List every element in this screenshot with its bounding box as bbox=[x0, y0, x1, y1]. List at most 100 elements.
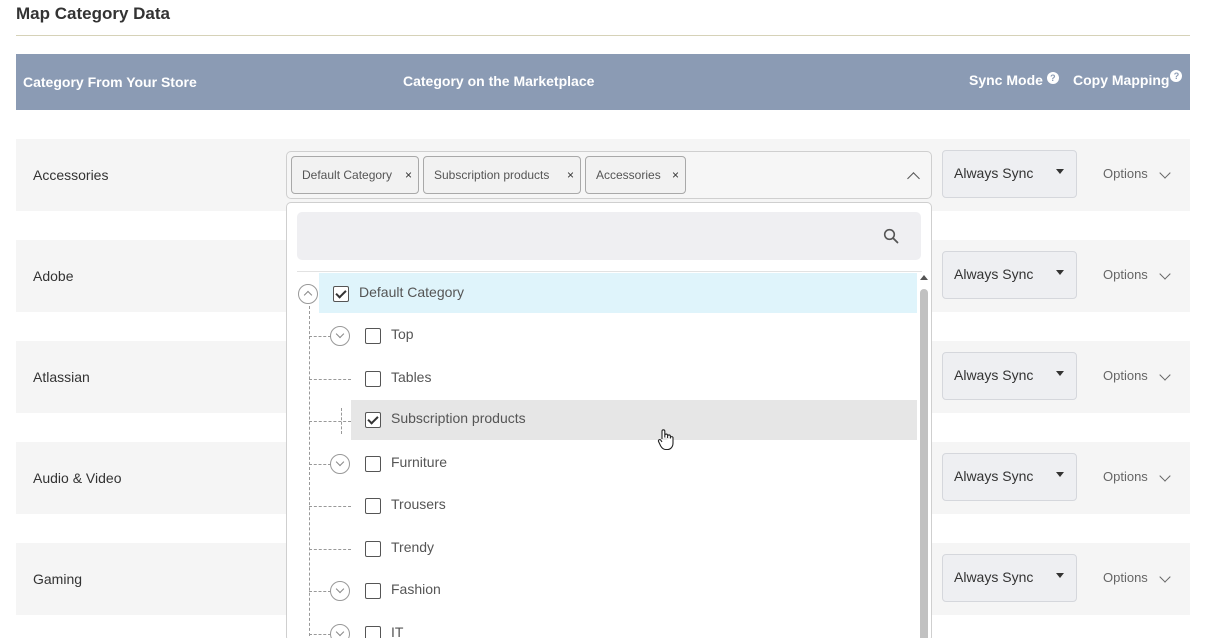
options-toggle[interactable]: Options bbox=[1103, 267, 1148, 282]
checkbox[interactable] bbox=[365, 371, 381, 387]
checkbox[interactable] bbox=[365, 456, 381, 472]
tree-connector bbox=[309, 506, 351, 507]
tree-connector bbox=[341, 408, 342, 434]
tree-item-label: Trendy bbox=[391, 539, 435, 555]
tree-item-trendy[interactable]: Trendy bbox=[351, 528, 917, 568]
search-icon bbox=[883, 228, 899, 244]
chevron-down-icon[interactable] bbox=[1159, 369, 1171, 381]
checkbox[interactable] bbox=[365, 498, 381, 514]
sync-mode-select[interactable]: Always Sync bbox=[942, 251, 1077, 299]
caret-down-icon bbox=[1056, 371, 1064, 376]
remove-tag-icon[interactable]: × bbox=[405, 157, 412, 193]
options-toggle[interactable]: Options bbox=[1103, 469, 1148, 484]
tree-item-subscription-products[interactable]: Subscription products bbox=[351, 400, 917, 440]
tree-connector bbox=[309, 421, 351, 422]
tree-connector bbox=[309, 336, 331, 337]
remove-tag-icon[interactable]: × bbox=[567, 157, 574, 193]
tree-search-input[interactable] bbox=[297, 212, 921, 260]
header-copy-mapping-label: Copy Mapping bbox=[1073, 72, 1170, 88]
tree-item-label: Fashion bbox=[391, 581, 441, 597]
tree-item-trousers[interactable]: Trousers bbox=[351, 485, 917, 525]
tree-item-fashion[interactable]: Fashion bbox=[351, 570, 917, 610]
chevron-up-icon[interactable] bbox=[907, 172, 920, 185]
header-copy-mapping: Copy Mapping? bbox=[1073, 70, 1183, 88]
caret-down-icon bbox=[1056, 270, 1064, 275]
tag-label: Default Category bbox=[302, 168, 393, 182]
tree-connector bbox=[309, 306, 310, 638]
options-toggle[interactable]: Options bbox=[1103, 368, 1148, 383]
row-label: Atlassian bbox=[33, 369, 90, 385]
tree-item-label: Tables bbox=[391, 369, 432, 385]
selected-tag: Default Category × bbox=[291, 156, 419, 194]
tree-item-label: Top bbox=[391, 326, 414, 342]
divider bbox=[297, 271, 922, 272]
tree-item-default-category[interactable]: Default Category bbox=[319, 273, 917, 313]
row-label: Accessories bbox=[33, 167, 109, 183]
chevron-down-icon[interactable] bbox=[1159, 470, 1171, 482]
help-icon[interactable]: ? bbox=[1046, 72, 1059, 84]
tree-item-tables[interactable]: Tables bbox=[351, 358, 917, 398]
tree-item-furniture[interactable]: Furniture bbox=[351, 443, 917, 483]
sync-mode-select[interactable]: Always Sync bbox=[942, 150, 1077, 198]
header-sync-mode-label: Sync Mode bbox=[969, 72, 1043, 88]
chevron-down-icon[interactable] bbox=[1159, 167, 1171, 179]
category-tree-dropdown: Default Category Top Tables Subscription… bbox=[286, 202, 932, 638]
selected-tag: Subscription products × bbox=[423, 156, 581, 194]
checkbox[interactable] bbox=[365, 583, 381, 599]
sync-mode-value: Always Sync bbox=[954, 468, 1034, 484]
tree-item-label: Subscription products bbox=[391, 410, 526, 426]
tree-item-label: Trousers bbox=[391, 496, 446, 512]
tree-connector bbox=[309, 634, 331, 635]
category-multiselect[interactable]: Default Category × Subscription products… bbox=[286, 151, 932, 199]
tree-connector bbox=[309, 464, 331, 465]
help-icon[interactable]: ? bbox=[1170, 70, 1183, 82]
expand-icon[interactable] bbox=[330, 624, 350, 638]
collapse-icon[interactable] bbox=[298, 284, 318, 304]
title-divider bbox=[16, 35, 1190, 36]
sync-mode-select[interactable]: Always Sync bbox=[942, 554, 1077, 602]
chevron-down-icon[interactable] bbox=[1159, 268, 1171, 280]
scroll-up-icon[interactable] bbox=[920, 275, 928, 280]
tree-item-it[interactable]: IT bbox=[351, 613, 917, 638]
tree-item-label: Default Category bbox=[359, 284, 465, 300]
checkbox[interactable] bbox=[365, 626, 381, 638]
table-header: Category From Your Store Category on the… bbox=[16, 54, 1190, 110]
checkbox[interactable] bbox=[365, 328, 381, 344]
sync-mode-value: Always Sync bbox=[954, 367, 1034, 383]
sync-mode-value: Always Sync bbox=[954, 165, 1034, 181]
checkbox[interactable] bbox=[365, 541, 381, 557]
tree-connector bbox=[309, 549, 351, 550]
remove-tag-icon[interactable]: × bbox=[672, 157, 679, 193]
scroll-thumb[interactable] bbox=[920, 289, 928, 638]
chevron-down-icon[interactable] bbox=[1159, 571, 1171, 583]
caret-down-icon bbox=[1056, 472, 1064, 477]
checkbox-checked[interactable] bbox=[333, 286, 349, 302]
row-label: Audio & Video bbox=[33, 470, 122, 486]
options-toggle[interactable]: Options bbox=[1103, 570, 1148, 585]
header-marketplace-category: Category on the Marketplace bbox=[403, 73, 595, 89]
row-label: Adobe bbox=[33, 268, 74, 284]
sync-mode-select[interactable]: Always Sync bbox=[942, 453, 1077, 501]
selected-tag: Accessories × bbox=[585, 156, 686, 194]
expand-icon[interactable] bbox=[330, 581, 350, 601]
expand-icon[interactable] bbox=[330, 326, 350, 346]
section-title: Map Category Data bbox=[16, 4, 170, 23]
tree-item-top[interactable]: Top bbox=[351, 315, 917, 355]
sync-mode-value: Always Sync bbox=[954, 266, 1034, 282]
checkbox-checked[interactable] bbox=[365, 412, 381, 428]
header-store-category: Category From Your Store bbox=[23, 74, 197, 90]
tree-connector bbox=[309, 591, 331, 592]
tree-item-label: Furniture bbox=[391, 454, 448, 470]
caret-down-icon bbox=[1056, 169, 1064, 174]
row-label: Gaming bbox=[33, 571, 83, 587]
tree-item-label: IT bbox=[391, 624, 404, 638]
tag-label: Subscription products bbox=[434, 168, 550, 182]
dropdown-scrollbar[interactable] bbox=[919, 273, 929, 638]
hand-cursor-icon bbox=[657, 429, 674, 451]
sync-mode-select[interactable]: Always Sync bbox=[942, 352, 1077, 400]
tree-connector bbox=[309, 379, 351, 380]
options-toggle[interactable]: Options bbox=[1103, 166, 1148, 181]
expand-icon[interactable] bbox=[330, 454, 350, 474]
sync-mode-value: Always Sync bbox=[954, 569, 1034, 585]
caret-down-icon bbox=[1056, 573, 1064, 578]
